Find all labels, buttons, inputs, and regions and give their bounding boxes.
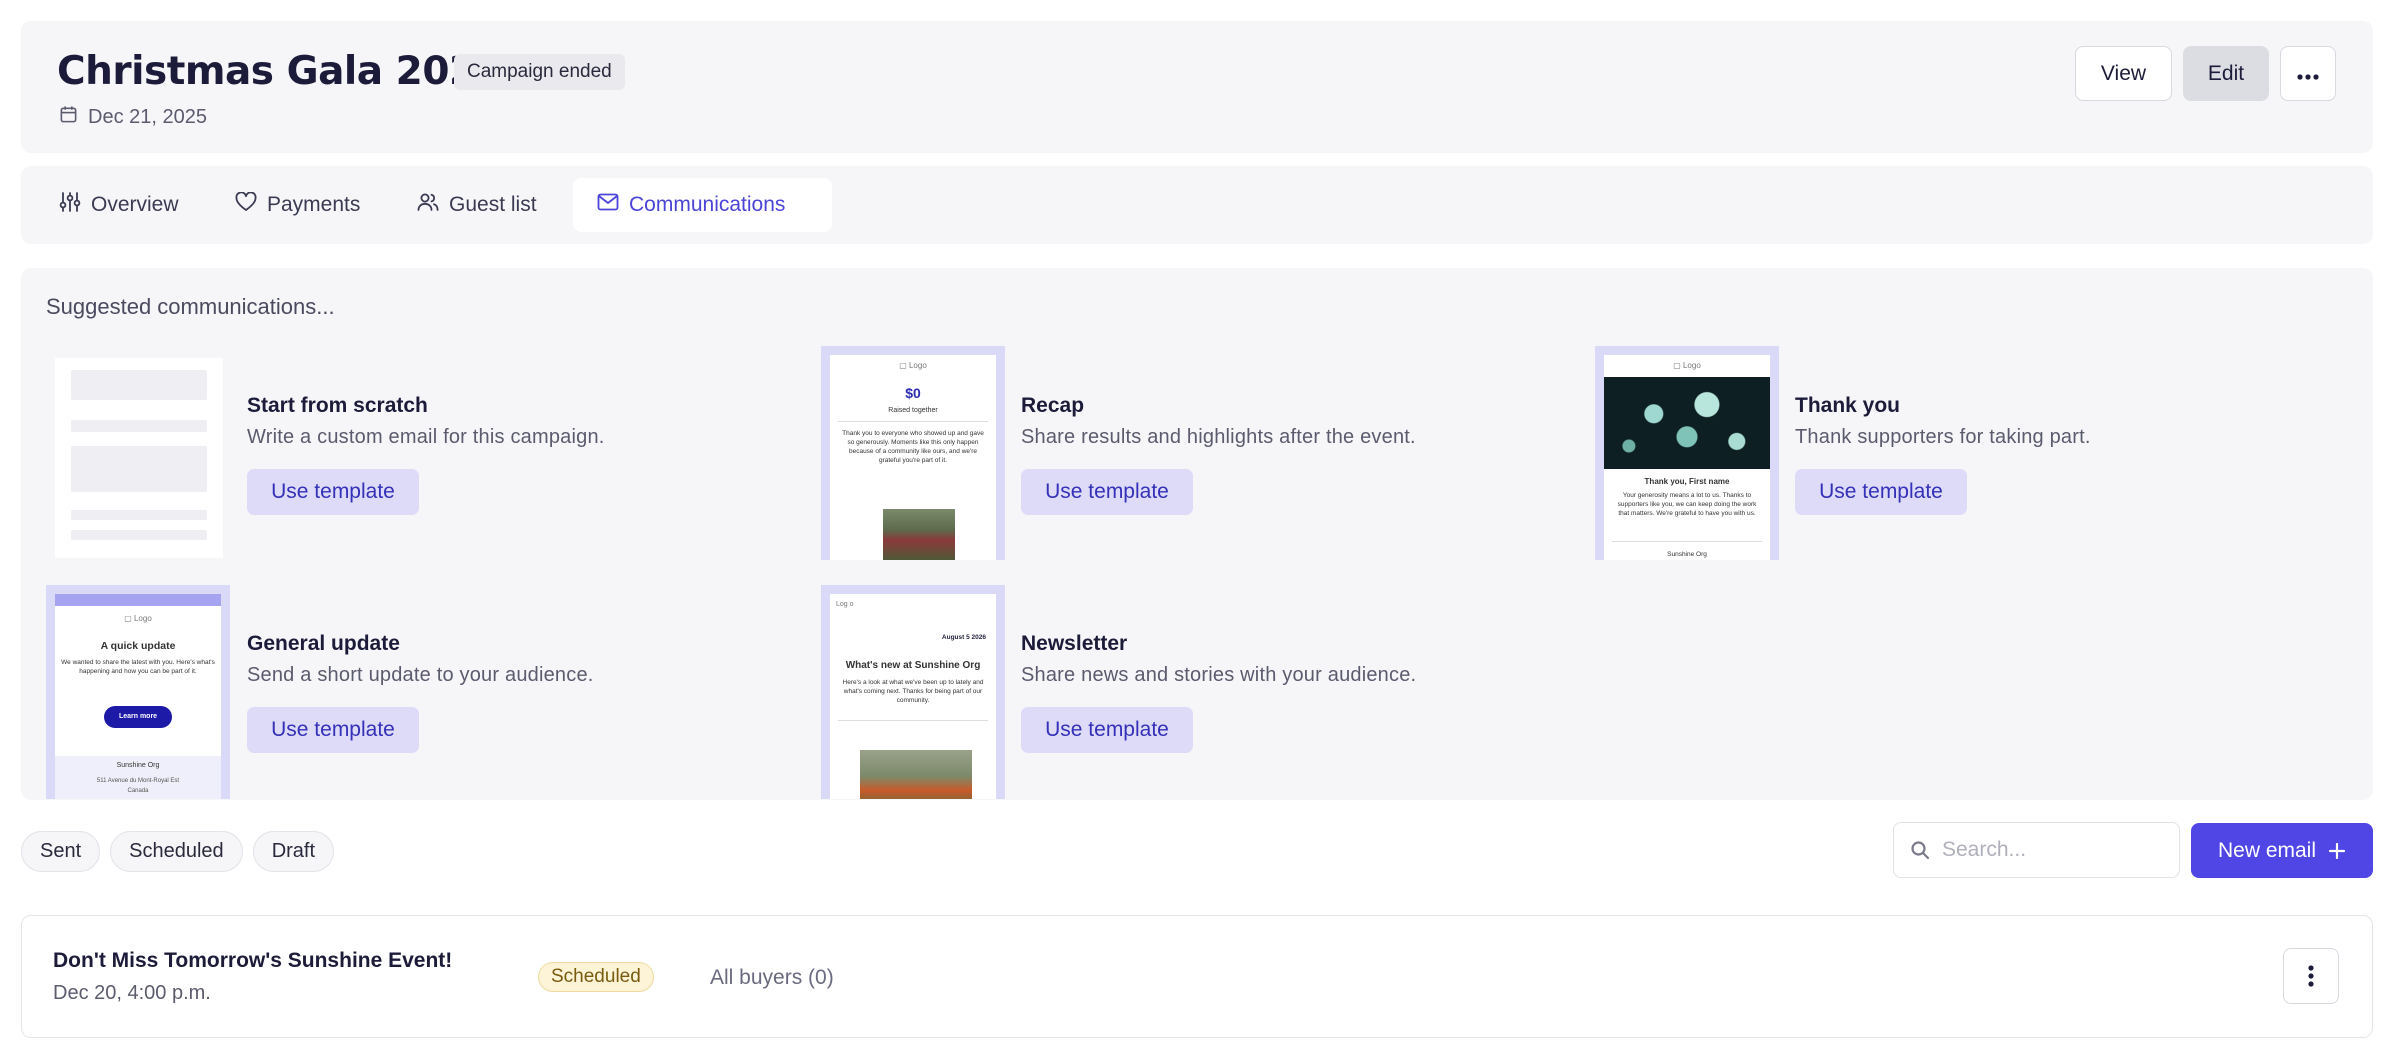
use-template-button-general-update[interactable]: Use template	[247, 707, 419, 753]
thumb-logo-text: Logo	[1682, 361, 1701, 370]
filter-scheduled[interactable]: Scheduled	[110, 831, 243, 872]
email-row-menu-button[interactable]	[2283, 948, 2339, 1004]
tab-overview[interactable]: Overview	[35, 178, 203, 232]
thumb-date: August 5 2026	[941, 634, 986, 641]
image-icon: ▢ Logo	[1673, 361, 1701, 370]
template-thumbnail-general-update[interactable]: ▢ Logo A quick update We wanted to share…	[46, 585, 230, 799]
template-thumbnail-thank-you[interactable]: ▢ Logo Thank you, First name Your genero…	[1595, 346, 1779, 560]
thumb-photo	[1604, 377, 1770, 469]
filter-draft[interactable]: Draft	[252, 831, 335, 872]
thumb-cta: Learn more	[104, 706, 172, 728]
tab-guest-list[interactable]: Guest list	[393, 178, 561, 232]
template-name: Start from scratch	[247, 394, 428, 417]
mail-icon	[597, 193, 619, 217]
email-audience: All buyers (0)	[710, 966, 834, 989]
tab-label: Communications	[629, 193, 786, 216]
tab-label: Guest list	[449, 193, 537, 216]
tab-payments[interactable]: Payments	[211, 178, 384, 232]
plus-icon	[2328, 842, 2346, 860]
thumb-body: We wanted to share the latest with you. …	[61, 659, 215, 675]
template-name: Newsletter	[1021, 632, 1128, 655]
template-description: Write a custom email for this campaign.	[247, 426, 605, 448]
search-input[interactable]	[1942, 838, 2162, 862]
tab-label: Payments	[267, 193, 361, 216]
template-name: Recap	[1021, 394, 1085, 417]
thumb-logo-text: Logo	[908, 361, 927, 370]
template-name: General update	[247, 632, 400, 655]
thumb-org: Sunshine Org	[116, 762, 160, 769]
email-subject: Don't Miss Tomorrow's Sunshine Event!	[53, 949, 453, 972]
search-icon	[1910, 840, 1930, 860]
thumb-address: 511 Avenue du Mont-Royal Est	[96, 778, 180, 784]
use-template-button-newsletter[interactable]: Use template	[1021, 707, 1193, 753]
tab-bar: Overview Payments Guest list Communicati…	[21, 166, 2373, 244]
search-box	[1893, 822, 2180, 878]
edit-button[interactable]: Edit	[2183, 46, 2269, 101]
image-icon: ▢ Logo	[899, 361, 927, 370]
thumb-photo	[860, 750, 972, 799]
thumb-amount: $0	[905, 385, 921, 401]
thumb-body: Thank you to everyone who showed up and …	[842, 430, 984, 464]
thumb-country: Canada	[127, 788, 149, 794]
heart-icon	[235, 191, 257, 218]
section-title: Suggested communications...	[46, 294, 335, 319]
thumb-title: Thank you, First name	[1644, 477, 1730, 486]
email-row[interactable]: Don't Miss Tomorrow's Sunshine Event! De…	[21, 915, 2373, 1038]
thumb-title: What's new at Sunshine Org	[845, 660, 981, 671]
calendar-icon	[59, 105, 78, 130]
filter-sent[interactable]: Sent	[21, 831, 101, 872]
template-description: Thank supporters for taking part.	[1795, 426, 2091, 448]
email-status-badge: Scheduled	[538, 962, 654, 992]
sliders-icon	[59, 191, 81, 219]
tab-label: Overview	[91, 193, 179, 216]
thumb-logo-text: Logo	[133, 614, 152, 623]
thumb-subtitle: Raised together	[888, 407, 938, 414]
thumb-photo	[883, 509, 955, 560]
thumb-title: A quick update	[100, 640, 176, 652]
vertical-ellipsis-icon	[2308, 965, 2314, 987]
tab-communications[interactable]: Communications	[573, 178, 832, 232]
email-date: Dec 20, 4:00 p.m.	[53, 982, 211, 1004]
status-filters: Sent Scheduled Draft	[21, 831, 335, 872]
template-name: Thank you	[1795, 394, 1901, 417]
thumb-footer: Sunshine Org	[1667, 551, 1707, 558]
thumb-body: Here's a look at what we've been up to l…	[842, 679, 984, 704]
ellipsis-icon	[2297, 62, 2319, 86]
new-email-button[interactable]: New email	[2191, 823, 2373, 878]
template-description: Share results and highlights after the e…	[1021, 426, 1416, 448]
use-template-button-scratch[interactable]: Use template	[247, 469, 419, 515]
date-text: Dec 21, 2025	[88, 106, 207, 128]
more-options-button[interactable]	[2280, 46, 2336, 101]
suggested-communications: Suggested communications... Start from s…	[21, 268, 2373, 800]
use-template-button-thank-you[interactable]: Use template	[1795, 469, 1967, 515]
view-button[interactable]: View	[2075, 46, 2172, 101]
thumb-body: Your generosity means a lot to us. Thank…	[1617, 492, 1757, 517]
status-badge: Campaign ended	[454, 54, 625, 90]
template-thumbnail-recap[interactable]: ▢ Logo $0 Raised together Thank you to e…	[821, 346, 1005, 560]
users-icon	[417, 192, 439, 218]
thumb-logo: Log o	[836, 601, 854, 608]
page-title: Christmas Gala 2025	[57, 49, 503, 94]
use-template-button-recap[interactable]: Use template	[1021, 469, 1193, 515]
campaign-header: Christmas Gala 2025 Campaign ended Dec 2…	[21, 21, 2373, 153]
template-description: Send a short update to your audience.	[247, 664, 594, 686]
new-email-label: New email	[2217, 838, 2317, 862]
campaign-date: Dec 21, 2025	[59, 105, 207, 130]
template-thumbnail-newsletter[interactable]: Log o August 5 2026 What's new at Sunshi…	[821, 585, 1005, 799]
image-icon: ▢ Logo	[124, 614, 152, 623]
template-thumbnail-scratch[interactable]	[55, 358, 223, 558]
template-description: Share news and stories with your audienc…	[1021, 664, 1417, 686]
